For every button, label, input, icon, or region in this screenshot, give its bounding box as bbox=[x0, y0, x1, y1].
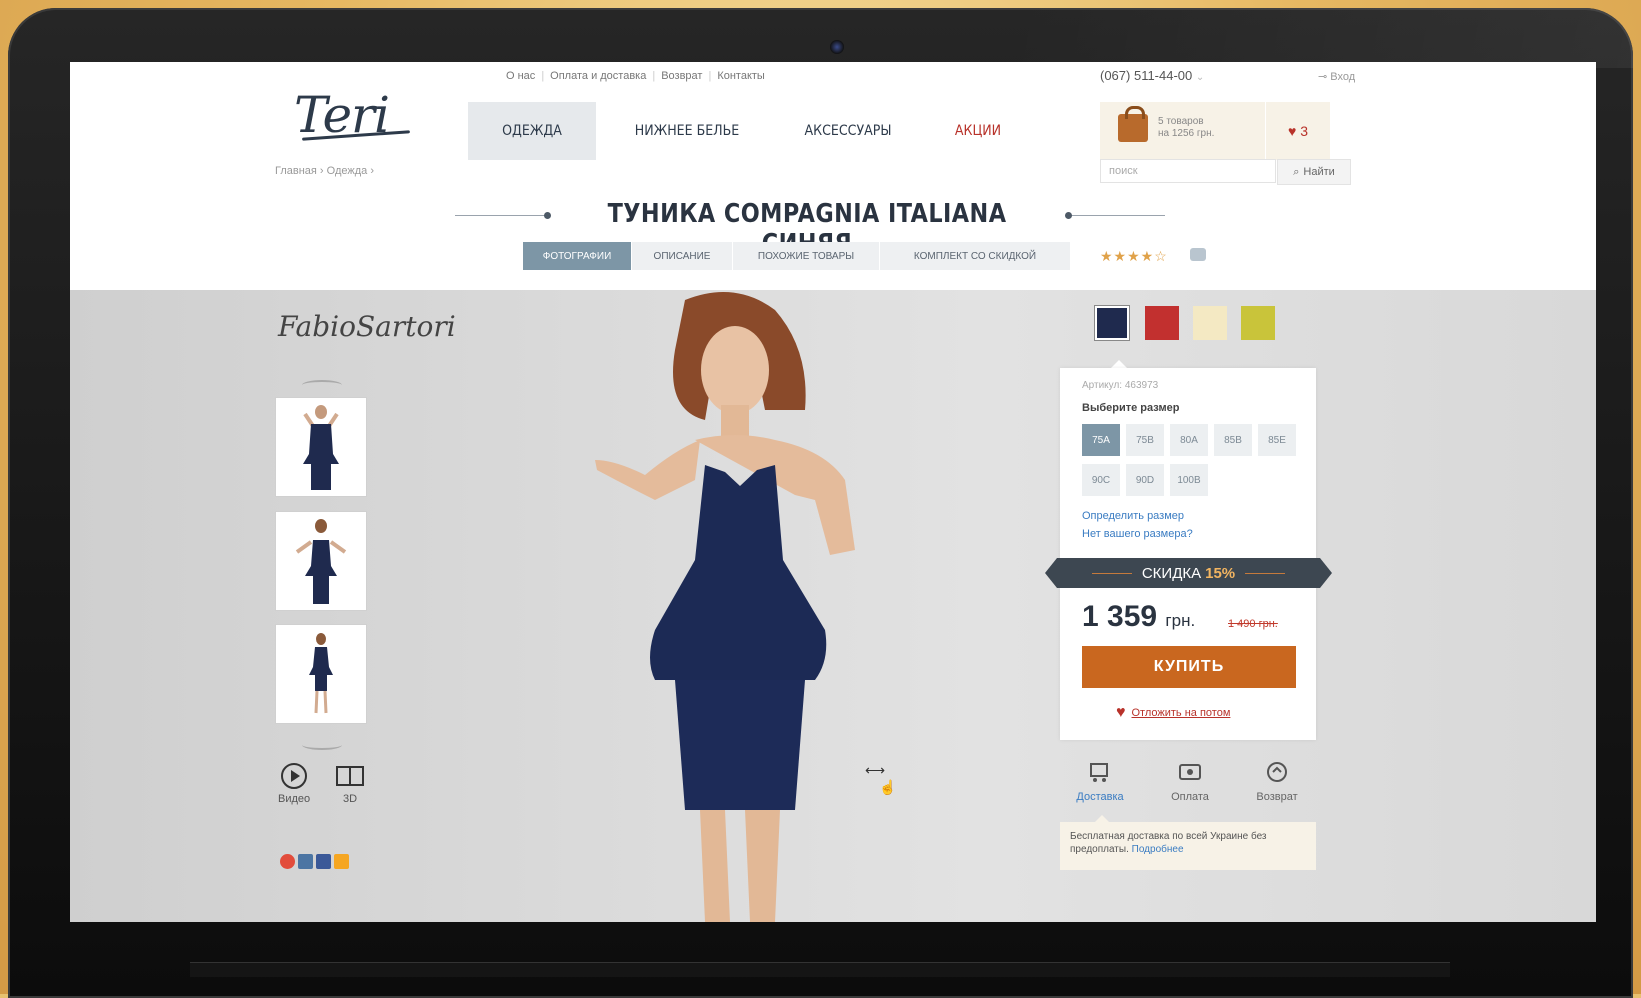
top-nav-returns[interactable]: Возврат bbox=[661, 70, 702, 82]
size-90d[interactable]: 90D bbox=[1126, 464, 1164, 496]
tab-similar[interactable]: ПОХОЖИЕ ТОВАРЫ bbox=[733, 242, 880, 270]
size-100b[interactable]: 100B bbox=[1170, 464, 1208, 496]
thumbnail-1[interactable] bbox=[275, 397, 367, 497]
sku: Артикул: 463973 bbox=[1082, 380, 1159, 391]
product-tabs: ФОТОГРАФИИ ОПИСАНИЕ ПОХОЖИЕ ТОВАРЫ КОМПЛ… bbox=[523, 242, 1071, 270]
buy-button[interactable]: КУПИТЬ bbox=[1082, 646, 1296, 688]
size-75b[interactable]: 75B bbox=[1126, 424, 1164, 456]
size-85b[interactable]: 85B bbox=[1214, 424, 1252, 456]
heart-icon: ♥ bbox=[1116, 704, 1126, 721]
thumbs-down-arrow-icon[interactable] bbox=[302, 740, 342, 750]
money-icon bbox=[1179, 764, 1201, 780]
top-nav-contacts[interactable]: Контакты bbox=[717, 70, 765, 82]
returns-info[interactable]: Возврат bbox=[1247, 760, 1307, 803]
breadcrumb-current[interactable]: Одежда bbox=[327, 165, 368, 177]
play-icon bbox=[281, 763, 308, 789]
size-75a[interactable]: 75A bbox=[1082, 424, 1120, 456]
nav-accessories[interactable]: АКСЕССУАРЫ bbox=[778, 102, 918, 160]
tab-description[interactable]: ОПИСАНИЕ bbox=[632, 242, 733, 270]
login-link[interactable]: ⊸ Вход bbox=[1318, 70, 1355, 83]
payment-info[interactable]: Оплата bbox=[1160, 760, 1220, 803]
top-nav: О нас | Оплата и доставка | Возврат | Конта… bbox=[506, 70, 765, 82]
delivery-note: Бесплатная доставка по всей Украине без … bbox=[1060, 822, 1316, 870]
main-nav: ОДЕЖДА НИЖНЕЕ БЕЛЬЕ АКСЕССУАРЫ АКЦИИ bbox=[468, 102, 1038, 160]
return-icon bbox=[1267, 762, 1287, 782]
rating-stars[interactable]: ★★★★☆ bbox=[1100, 248, 1168, 265]
laptop-base bbox=[190, 962, 1450, 977]
size-guide-link[interactable]: Определить размер bbox=[1082, 510, 1184, 522]
3d-icon bbox=[336, 766, 364, 786]
color-swatch-cream[interactable] bbox=[1193, 306, 1227, 340]
old-price: 1 490 грн. bbox=[1228, 618, 1278, 630]
facebook-icon[interactable] bbox=[316, 854, 331, 869]
no-size-link[interactable]: Нет вашего размера? bbox=[1082, 528, 1193, 540]
wishlist-button[interactable]: ♥ 3 bbox=[1266, 102, 1330, 160]
video-button[interactable]: Видео bbox=[278, 762, 310, 805]
tab-photos[interactable]: ФОТОГРАФИИ bbox=[523, 242, 632, 270]
comment-icon[interactable] bbox=[1190, 248, 1206, 261]
price: 1 359 грн. bbox=[1082, 600, 1196, 633]
thumbs-up-arrow-icon[interactable] bbox=[302, 380, 342, 390]
thumbnail-2[interactable] bbox=[275, 511, 367, 611]
cart-summary: 5 товаров на 1256 грн. bbox=[1158, 116, 1215, 139]
breadcrumb: Главная › Одежда › bbox=[275, 165, 375, 177]
search-button[interactable]: ⌕ Найти bbox=[1277, 159, 1351, 185]
choose-size-label: Выберите размер bbox=[1082, 402, 1180, 414]
phone-number[interactable]: (067) 511-44-00 ⌄ bbox=[1100, 68, 1204, 83]
cart-icon bbox=[1090, 763, 1108, 782]
color-swatch-navy[interactable] bbox=[1094, 305, 1130, 341]
nav-clothing[interactable]: ОДЕЖДА bbox=[468, 102, 596, 160]
more-link[interactable]: Подробнее bbox=[1132, 844, 1184, 855]
search-input[interactable]: поиск bbox=[1100, 159, 1276, 183]
social-links bbox=[280, 854, 349, 869]
thumbnail-3[interactable] bbox=[275, 624, 367, 724]
size-90c[interactable]: 90C bbox=[1082, 464, 1120, 496]
nav-sale[interactable]: АКЦИИ bbox=[918, 102, 1038, 160]
wishlist-count: 3 bbox=[1300, 123, 1308, 139]
color-swatch-olive[interactable] bbox=[1241, 306, 1275, 340]
discount-ribbon: СКИДКА 15% bbox=[1045, 558, 1332, 588]
color-swatch-red[interactable] bbox=[1145, 306, 1179, 340]
delivery-info[interactable]: Доставка bbox=[1070, 760, 1130, 803]
shopping-bag-icon bbox=[1118, 106, 1148, 142]
size-85e[interactable]: 85E bbox=[1258, 424, 1296, 456]
search-icon: ⌕ bbox=[1293, 165, 1300, 178]
odnoklassniki-icon[interactable] bbox=[334, 854, 349, 869]
save-for-later-button[interactable]: ♥ Отложить на потом bbox=[1116, 704, 1230, 722]
breadcrumb-home[interactable]: Главная bbox=[275, 165, 317, 177]
product-main-image[interactable] bbox=[525, 290, 945, 922]
size-80a[interactable]: 80A bbox=[1170, 424, 1208, 456]
key-icon: ⊸ bbox=[1318, 71, 1328, 83]
top-nav-payment[interactable]: Оплата и доставка bbox=[550, 70, 646, 82]
3d-button[interactable]: 3D bbox=[334, 762, 366, 805]
nav-underwear[interactable]: НИЖНЕЕ БЕЛЬЕ bbox=[596, 102, 778, 160]
browser-screen: О нас | Оплата и доставка | Возврат | Конта… bbox=[70, 62, 1596, 922]
tab-bundle[interactable]: КОМПЛЕКТ СО СКИДКОЙ bbox=[880, 242, 1071, 270]
cart[interactable]: 5 товаров на 1256 грн. bbox=[1100, 102, 1265, 160]
google-plus-icon[interactable] bbox=[280, 854, 295, 869]
vk-icon[interactable] bbox=[298, 854, 313, 869]
heart-icon: ♥ bbox=[1288, 123, 1297, 139]
brand-logo: FabioSartori bbox=[278, 310, 456, 343]
top-nav-about[interactable]: О нас bbox=[506, 70, 535, 82]
camera-icon bbox=[830, 40, 844, 54]
rotate-360-icon[interactable]: ⟷ ☝ bbox=[865, 762, 896, 796]
